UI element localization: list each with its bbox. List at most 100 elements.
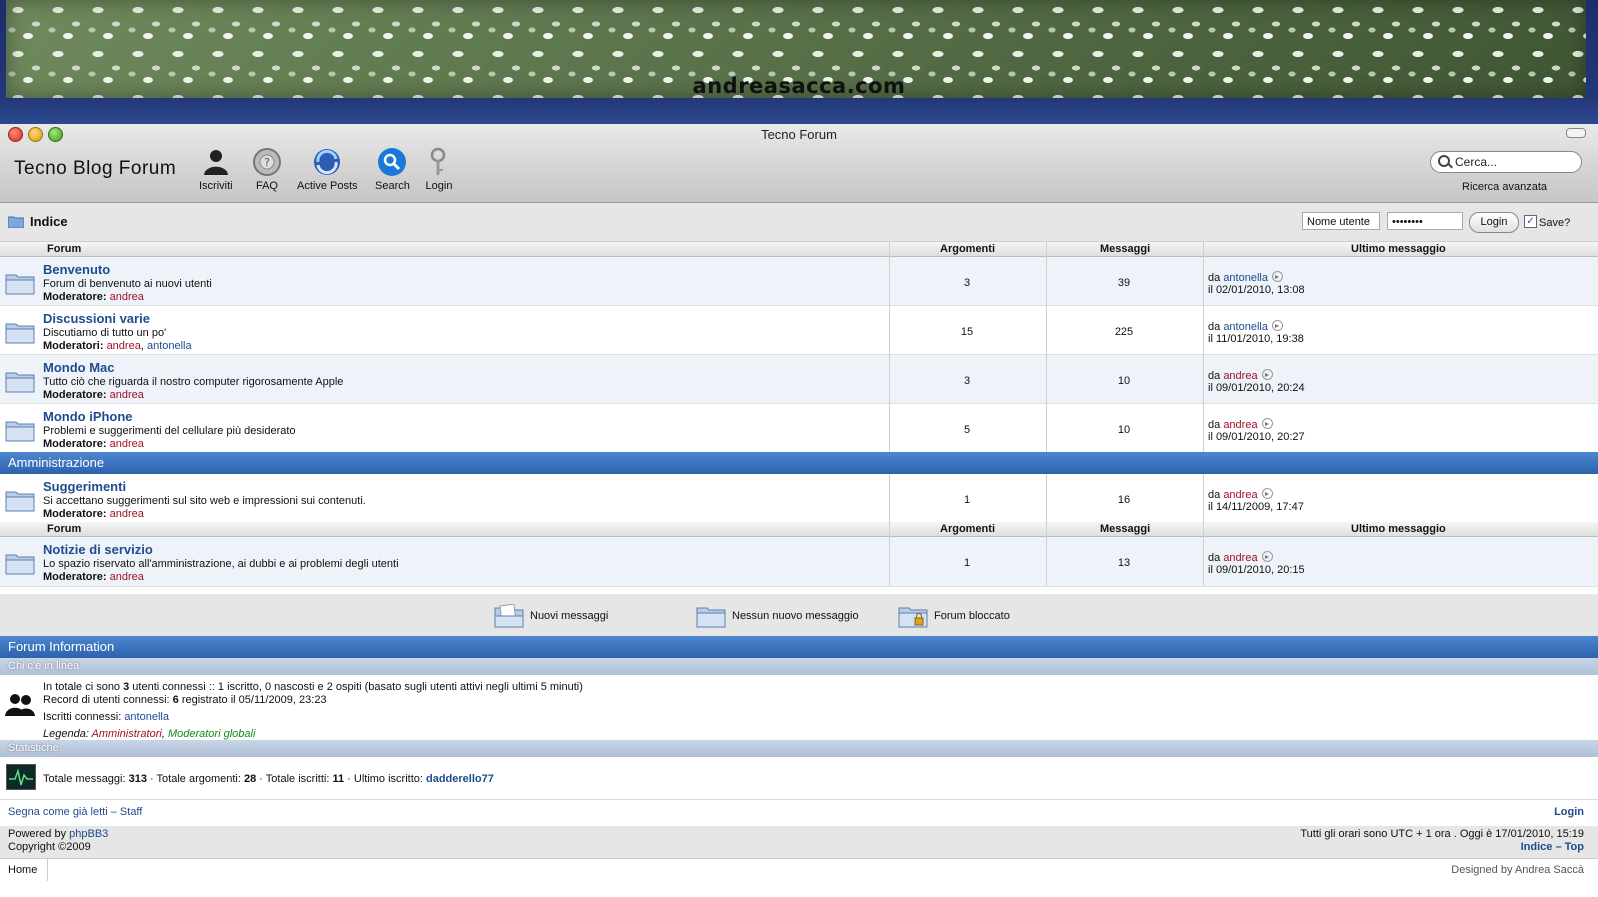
go-to-post-icon[interactable] [1261, 369, 1273, 380]
footer-info: Powered by phpBB3 Copyright ©2009 Tutti … [0, 826, 1598, 858]
forum-description: Si accettano suggerimenti sul sito web e… [43, 495, 366, 507]
stat-label: · Totale argomenti: [146, 773, 244, 785]
record-text: registrato il 05/11/2009, 23:23 [178, 694, 327, 706]
forum-title[interactable]: Benvenuto [43, 262, 110, 277]
moderator-label: Moderatore: [43, 438, 107, 450]
moderator-link[interactable]: andrea [110, 291, 144, 303]
online-text: utenti connessi :: 1 iscritto, 0 nascost… [129, 681, 583, 693]
forum-title[interactable]: Mondo Mac [43, 360, 115, 375]
moderator-link[interactable]: andrea [110, 389, 144, 401]
who-is-online-title: Chi c'è in linea [8, 660, 80, 672]
username-field[interactable]: Nome utente [1302, 212, 1380, 230]
breadcrumb-index[interactable]: Indice [30, 214, 68, 229]
post-count: 10 [1117, 424, 1131, 436]
moderator-link[interactable]: andrea [110, 508, 144, 520]
top-link[interactable]: Top [1565, 841, 1584, 853]
statistics-icon [6, 764, 36, 790]
go-to-post-icon[interactable] [1261, 488, 1273, 499]
footer-login-link[interactable]: Login [1554, 806, 1584, 818]
banner-site-name[interactable]: andreasacca.com [0, 74, 1598, 98]
newest-user-link[interactable]: dadderello77 [426, 773, 494, 785]
moderator-link[interactable]: andrea [110, 438, 144, 450]
registered-label: Iscritti connessi: [43, 711, 125, 723]
legend-admin-link[interactable]: Amministratori [92, 728, 162, 740]
toolbar-faq[interactable]: ? FAQ [252, 147, 282, 192]
moderator-link[interactable]: antonella [147, 340, 192, 352]
last-post-author: da antonella [1208, 271, 1283, 284]
header-forum: Forum [47, 523, 82, 535]
search-input[interactable]: Cerca... [1430, 151, 1582, 173]
post-count: 10 [1117, 375, 1131, 387]
toolbar-label: FAQ [255, 180, 278, 192]
mark-read-link[interactable]: Segna come già letti [8, 806, 108, 818]
moderator-label: Moderatore: [43, 389, 107, 401]
designed-by: Designed by Andrea Saccà [1451, 864, 1584, 876]
forum-folder-icon [5, 421, 35, 442]
online-user-link[interactable]: antonella [124, 711, 169, 723]
topic-count: 15 [960, 326, 974, 338]
forum-title[interactable]: Suggerimenti [43, 479, 126, 494]
online-record: Record di utenti connessi: 6 registrato … [43, 694, 327, 706]
category-title[interactable]: Amministrazione [0, 455, 104, 470]
author-link[interactable]: andrea [1223, 489, 1257, 501]
category-bar[interactable]: Amministrazione [0, 452, 1598, 474]
author-link[interactable]: antonella [1223, 272, 1268, 284]
last-post-author: da andrea [1208, 418, 1273, 431]
footer-links-bar: Segna come già letti – Staff Login [0, 799, 1598, 826]
header-last: Ultimo messaggio [1351, 523, 1446, 535]
toolbar-active-posts[interactable]: Active Posts [297, 147, 358, 192]
forum-folder-icon [5, 274, 35, 295]
go-to-post-icon[interactable] [1271, 320, 1283, 331]
record-text: Record di utenti connessi: [43, 694, 173, 706]
go-to-post-icon[interactable] [1261, 551, 1273, 562]
legend-mod-link[interactable]: Moderatori globali [168, 728, 255, 740]
forum-description: Problemi e suggerimenti del cellulare pi… [43, 425, 296, 437]
legend-locked-label: Forum bloccato [934, 609, 1010, 622]
online-text: In totale ci sono [43, 681, 124, 693]
topic-count: 1 [963, 494, 971, 506]
forum-title[interactable]: Discussioni varie [43, 311, 150, 326]
password-field[interactable]: •••••••• [1387, 212, 1463, 230]
index-link[interactable]: Indice [1521, 841, 1553, 853]
window-titlebar: Tecno Forum Tecno Blog Forum Iscriviti ?… [0, 124, 1598, 203]
staff-link[interactable]: Staff [120, 806, 142, 818]
last-post-date: il 11/01/2010, 19:38 [1208, 333, 1304, 345]
go-to-post-icon[interactable] [1271, 271, 1283, 282]
login-button[interactable]: Login [1469, 212, 1519, 233]
forum-title[interactable]: Notizie di servizio [43, 542, 153, 557]
forum-row: Benvenuto Forum di benvenuto ai nuovi ut… [0, 257, 1598, 306]
toolbar-iscriviti[interactable]: Iscriviti [199, 147, 233, 192]
author-link[interactable]: andrea [1223, 552, 1257, 564]
forum-description: Forum di benvenuto ai nuovi utenti [43, 278, 212, 290]
toolbar-login[interactable]: Login [424, 147, 454, 192]
author-link[interactable]: andrea [1223, 370, 1257, 382]
toolbar-search[interactable]: Search [375, 147, 410, 192]
forum-information-title: Forum Information [8, 639, 115, 654]
search-placeholder: Cerca... [1455, 155, 1498, 169]
legend-locked: Forum bloccato [898, 604, 1010, 628]
toolbar-toggle-button[interactable] [1566, 128, 1586, 138]
home-link[interactable]: Home [0, 859, 48, 881]
advanced-search-link[interactable]: Ricerca avanzata [1462, 181, 1547, 193]
last-by-prefix: da [1208, 419, 1221, 431]
locked-folder-icon [898, 607, 928, 628]
last-by-prefix: da [1208, 552, 1221, 564]
forum-brand[interactable]: Tecno Blog Forum [14, 158, 176, 180]
author-link[interactable]: antonella [1223, 321, 1268, 333]
forum-moderators: Moderatore: andrea [43, 438, 144, 450]
last-by-prefix: da [1208, 321, 1221, 333]
forum-moderators: Moderatore: andrea [43, 291, 144, 303]
author-link[interactable]: andrea [1223, 419, 1257, 431]
forum-moderators: Moderatore: andrea [43, 571, 144, 583]
link-separator: – [110, 806, 117, 818]
forum-title[interactable]: Mondo iPhone [43, 409, 133, 424]
powered-by: Powered by phpBB3 [8, 828, 108, 840]
phpbb-link[interactable]: phpBB3 [69, 828, 108, 840]
moderator-link[interactable]: andrea [107, 340, 141, 352]
users-online-icon [5, 694, 35, 716]
save-checkbox[interactable]: ✓ [1524, 215, 1537, 228]
statistics-line: Totale messaggi: 313 · Totale argomenti:… [43, 773, 494, 785]
column-divider [1046, 474, 1047, 586]
moderator-link[interactable]: andrea [110, 571, 144, 583]
go-to-post-icon[interactable] [1261, 418, 1273, 429]
